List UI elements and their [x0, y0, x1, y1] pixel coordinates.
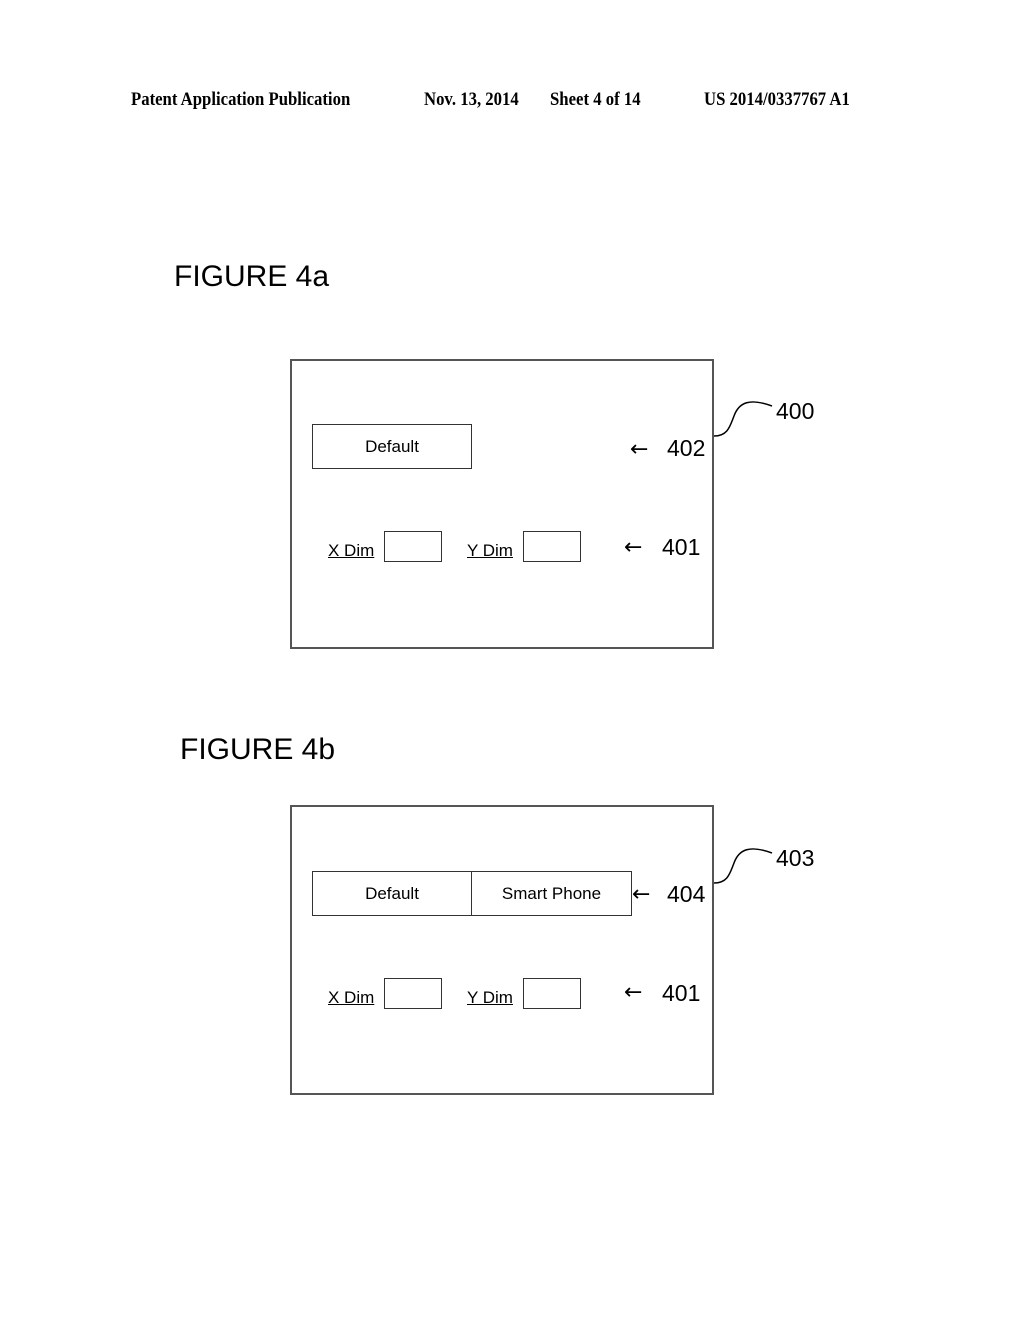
x-dim-label: X Dim — [328, 988, 375, 1007]
y-dim-input[interactable] — [523, 531, 581, 562]
ref-403: 403 — [776, 845, 815, 871]
figure-4b-panel: Default Smart Phone X Dim Y Dim ← 404 ← … — [290, 805, 714, 1095]
arrow-left-icon: ← — [624, 980, 643, 1005]
leader-line-400 — [713, 401, 773, 437]
default-button[interactable]: Default — [312, 871, 472, 916]
default-button[interactable]: Default — [312, 424, 472, 469]
ref-400: 400 — [776, 398, 815, 424]
x-dim-input[interactable] — [384, 978, 442, 1009]
arrow-left-icon: ← — [624, 535, 643, 560]
ref-401: 401 — [662, 980, 701, 1006]
header-sheet: Sheet 4 of 14 — [550, 89, 641, 110]
header-date: Nov. 13, 2014 — [424, 89, 519, 110]
x-dim-label: X Dim — [328, 541, 375, 560]
ref-404: 404 — [667, 881, 706, 907]
figure-4a-panel: Default X Dim Y Dim ← 402 ← 401 — [290, 359, 714, 649]
header-publication: Patent Application Publication — [131, 89, 351, 110]
figure-4b-title: FIGURE 4b — [180, 733, 336, 766]
arrow-left-icon: ← — [630, 437, 649, 462]
x-dim-input[interactable] — [384, 531, 442, 562]
smart-phone-button[interactable]: Smart Phone — [471, 871, 632, 916]
y-dim-label: Y Dim — [467, 541, 513, 560]
y-dim-label: Y Dim — [467, 988, 513, 1007]
ref-401: 401 — [662, 534, 701, 560]
leader-line-403 — [713, 848, 773, 884]
header-number: US 2014/0337767 A1 — [704, 89, 850, 110]
figure-4a-title: FIGURE 4a — [174, 260, 330, 293]
y-dim-input[interactable] — [523, 978, 581, 1009]
arrow-left-icon: ← — [632, 882, 651, 907]
ref-402: 402 — [667, 435, 706, 461]
